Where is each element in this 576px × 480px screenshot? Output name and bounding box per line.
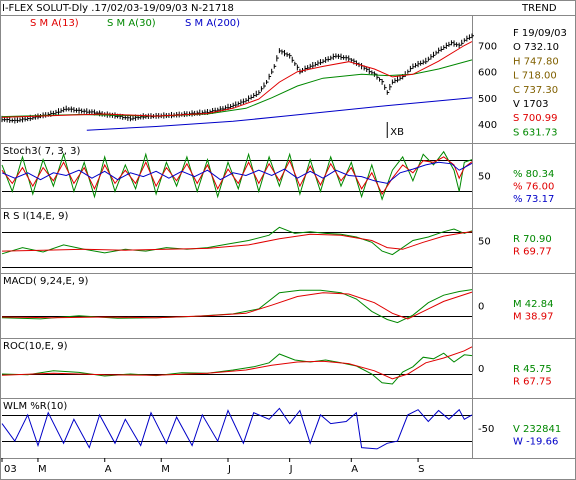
legend-price-2: S M A(200) [185,18,240,29]
legend-price-1: S M A(30) [107,18,156,29]
legend-rsi-0: R S I(14,E, 9) [3,211,68,222]
readout-price-0: F 19/09/03 [513,28,567,39]
sma30-line [1,59,473,118]
readout-price-4: C 737.30 [513,85,558,96]
stoch-series-0 [1,150,473,201]
chart-labels: S M A(13) S M A(30) S M A(200)700600500400… [3,18,567,475]
x-label-7: S [418,464,424,475]
stoch-series-1 [1,156,473,196]
readout-macd-1: M 38.97 [513,312,553,323]
wlm-series-0 [1,407,473,450]
readout-wlm-1: W -19.66 [513,437,558,448]
readout-price-7: S 631.73 [513,127,558,138]
x-label-6: A [351,464,358,475]
readout-macd-0: M 42.84 [513,299,553,310]
legend-stoch-0: Stoch3( 7, 3, 3) [3,146,80,157]
readout-roc-1: R 67.75 [513,377,552,388]
y-tick-roc-0: 0 [478,364,484,375]
technical-chart: S M A(13) S M A(30) S M A(200)700600500400… [0,0,576,480]
x-label-5: J [289,464,293,475]
chart-title: I-FLEX SOLUT-Dly .17/02/03-19/09/03 N-21… [2,3,234,14]
readout-stoch-0: % 80.34 [513,169,554,180]
macd-series-1 [1,291,473,320]
readout-wlm-0: V 232841 [513,424,561,435]
y-tick-price-3: 400 [478,120,497,131]
y-tick-macd-0: 0 [478,302,484,313]
x-label-1: M [38,464,47,475]
price-bars [1,33,474,124]
readout-stoch-2: % 73.17 [513,194,554,205]
y-tick-stoch-0: 50 [478,172,491,183]
readout-rsi-0: R 70.90 [513,234,552,245]
trend-chart-window: S M A(13) S M A(30) S M A(200) 700 600 500 400… [0,0,576,480]
legend-roc-0: ROC(10,E, 9) [3,341,68,352]
readout-price-3: L 718.00 [513,71,557,82]
readout-rsi-1: R 69.77 [513,247,552,258]
readout-stoch-1: % 76.00 [513,182,554,193]
y-tick-wlm-0: -50 [478,424,494,435]
reference-lines [1,160,472,462]
readout-price-1: O 732.10 [513,42,559,53]
y-tick-price-0: 700 [478,42,497,53]
indicator-lines [1,41,473,450]
x-label-0: 03 [4,464,17,475]
trend-label: TREND [521,3,557,14]
roc-series-0 [1,352,473,385]
rsi-series-0 [1,226,473,256]
x-label-4: J [227,464,231,475]
readout-price-2: H 747.80 [513,56,559,67]
x-label-3: M [161,464,170,475]
readout-price-6: S 700.99 [513,113,558,124]
readout-price-5: V 1703 [513,99,548,110]
legend-macd-0: MACD( 9,24,E, 9) [3,276,89,287]
x-label-2: A [105,464,112,475]
y-tick-price-2: 500 [478,94,497,105]
annotation-price: XB [390,127,404,138]
y-tick-rsi-0: 50 [478,237,491,248]
legend-price-0: S M A(13) [30,18,79,29]
sma13-line [1,41,473,118]
sma200-line [86,97,473,131]
readout-roc-0: R 45.75 [513,364,552,375]
y-tick-price-1: 600 [478,68,497,79]
legend-wlm-0: WLM %R(10) [3,401,67,412]
